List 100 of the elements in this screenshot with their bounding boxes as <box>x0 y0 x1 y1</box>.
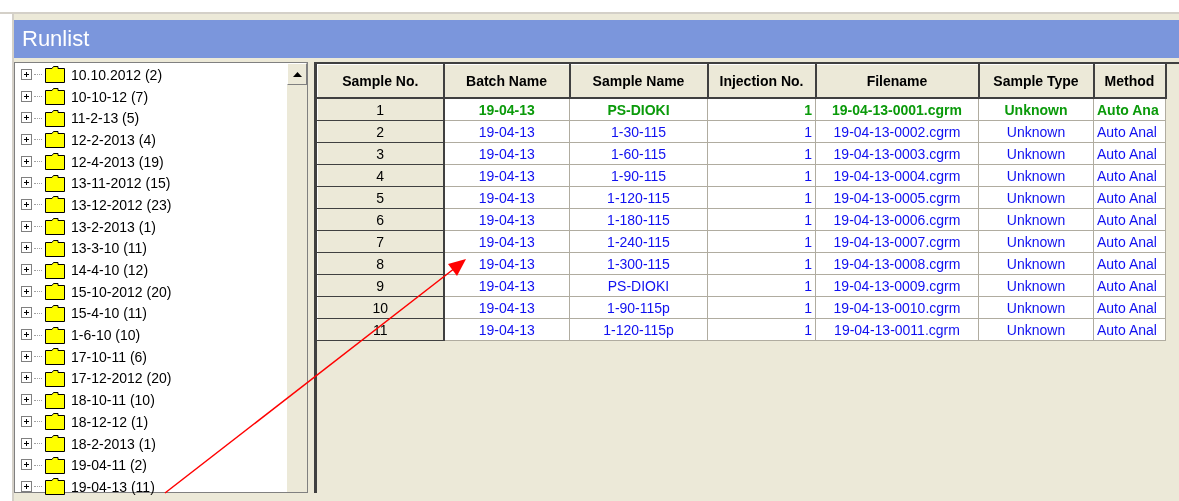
expand-icon[interactable] <box>21 177 32 189</box>
expand-icon[interactable] <box>21 437 32 449</box>
tree-item[interactable]: 19-04-11 (2) <box>71 457 147 474</box>
table-cell: 1-30-115 <box>569 120 708 143</box>
table-cell: 1-90-115 <box>569 164 708 187</box>
expand-icon[interactable] <box>21 480 32 492</box>
row-header[interactable]: 5 <box>317 186 444 209</box>
row-header[interactable]: 4 <box>317 164 444 187</box>
table-cell: 19-04-13-0010.cgrm <box>815 296 979 319</box>
folder-icon <box>45 391 65 409</box>
folder-icon <box>45 304 65 322</box>
expand-icon[interactable] <box>21 155 32 167</box>
expand-icon[interactable] <box>21 285 32 297</box>
folder-icon <box>45 478 65 496</box>
tree-item[interactable]: 17-10-11 (6) <box>71 348 147 365</box>
up-arrow-icon <box>292 71 302 77</box>
expand-icon[interactable] <box>21 415 32 427</box>
expand-icon[interactable] <box>21 112 32 124</box>
expand-icon[interactable] <box>21 220 32 232</box>
tree-item[interactable]: 11-2-13 (5) <box>71 110 140 127</box>
folder-icon <box>45 261 65 279</box>
tree-item[interactable]: 13-2-2013 (1) <box>71 218 156 235</box>
table-cell: 19-04-13-0005.cgrm <box>815 186 979 209</box>
column-header[interactable]: Method <box>1093 64 1166 98</box>
folder-icon <box>45 283 65 301</box>
column-header[interactable]: Filename <box>815 64 979 98</box>
expand-icon[interactable] <box>21 329 32 341</box>
row-header[interactable]: 2 <box>317 120 444 143</box>
table-cell: 19-04-13-0002.cgrm <box>815 120 979 143</box>
tree-item[interactable]: 13-11-2012 (15) <box>71 175 171 192</box>
expand-icon[interactable] <box>21 394 32 406</box>
folder-icon <box>45 326 65 344</box>
expand-icon[interactable] <box>21 350 32 362</box>
expand-icon[interactable] <box>21 372 32 384</box>
tree-item[interactable]: 12-4-2013 (19) <box>71 153 164 170</box>
tree-item[interactable]: 14-4-10 (12) <box>71 262 149 279</box>
row-header[interactable]: 7 <box>317 230 444 253</box>
table-cell: 1-120-115p <box>569 318 708 341</box>
table-cell: 19-04-13-0011.cgrm <box>815 318 979 341</box>
table-cell: PS-DIOKI <box>569 274 708 297</box>
expand-icon[interactable] <box>21 264 32 276</box>
tree-item[interactable]: 19-04-13 (11) <box>71 478 155 495</box>
tree-item[interactable]: 15-4-10 (11) <box>71 305 147 322</box>
tree-item[interactable]: 10-10-12 (7) <box>71 88 149 105</box>
expand-icon[interactable] <box>21 68 32 80</box>
tree-item[interactable]: 18-2-2013 (1) <box>71 435 156 452</box>
folder-icon <box>45 196 65 214</box>
table-cell: PS-DIOKI <box>569 98 708 121</box>
folder-icon <box>45 88 65 106</box>
expand-icon[interactable] <box>21 198 32 210</box>
table-cell: 1-120-115 <box>569 186 708 209</box>
table-cell: 19-04-13-0003.cgrm <box>815 142 979 165</box>
folder-icon <box>45 174 65 192</box>
column-header[interactable]: Sample No. <box>317 64 444 98</box>
tree-item[interactable]: 13-3-10 (11) <box>71 240 147 257</box>
tree-item[interactable]: 18-12-12 (1) <box>71 413 149 430</box>
window-title: Runlist <box>14 20 1179 58</box>
folder-icon <box>45 369 65 387</box>
tree-item[interactable]: 12-2-2013 (4) <box>71 131 156 148</box>
tree-item[interactable]: 18-10-11 (10) <box>71 392 155 409</box>
folder-icon <box>45 66 65 84</box>
folder-icon <box>45 456 65 474</box>
table-cell: 19-04-13-0008.cgrm <box>815 252 979 275</box>
row-header[interactable]: 6 <box>317 208 444 231</box>
tree-item[interactable]: 1-6-10 (10) <box>71 327 141 344</box>
folder-icon <box>45 109 65 127</box>
row-header[interactable]: 8 <box>317 252 444 275</box>
scroll-up-button[interactable] <box>287 63 307 85</box>
folder-icon <box>45 239 65 257</box>
folder-icon <box>45 435 65 453</box>
table-cell: 19-04-13-0001.cgrm <box>815 98 979 121</box>
tree-item[interactable]: 13-12-2012 (23) <box>71 196 172 213</box>
tree-item[interactable]: 17-12-2012 (20) <box>71 370 172 387</box>
table-cell: 1-90-115p <box>569 296 708 319</box>
row-header[interactable]: 1 <box>317 98 444 121</box>
expand-icon[interactable] <box>21 307 32 319</box>
row-header[interactable]: 3 <box>317 142 444 165</box>
column-header[interactable]: Batch Name <box>443 64 570 98</box>
tree-item[interactable]: 10.10.2012 (2) <box>71 66 163 83</box>
column-header[interactable]: Sample Name <box>569 64 708 98</box>
tree-item[interactable]: 15-10-2012 (20) <box>71 283 172 300</box>
table-cell: 19-04-13-0009.cgrm <box>815 274 979 297</box>
folder-icon <box>45 153 65 171</box>
table-cell: 19-04-13-0006.cgrm <box>815 208 979 231</box>
table-cell: 1-240-115 <box>569 230 708 253</box>
table-cell: 19-04-13-0007.cgrm <box>815 230 979 253</box>
column-header[interactable]: Sample Type <box>978 64 1094 98</box>
column-header[interactable]: Injection No. <box>707 64 816 98</box>
table-cell: 19-04-13 <box>443 98 570 121</box>
table-cell: 1-300-115 <box>569 252 708 275</box>
folder-icon <box>45 413 65 431</box>
folder-icon <box>45 131 65 149</box>
expand-icon[interactable] <box>21 90 32 102</box>
table-cell: 19-04-13-0004.cgrm <box>815 164 979 187</box>
expand-icon[interactable] <box>21 459 32 471</box>
table-cell: 1-60-115 <box>569 142 708 165</box>
expand-icon[interactable] <box>21 133 32 145</box>
expand-icon[interactable] <box>21 242 32 254</box>
folder-icon <box>45 348 65 366</box>
folder-icon <box>45 218 65 236</box>
